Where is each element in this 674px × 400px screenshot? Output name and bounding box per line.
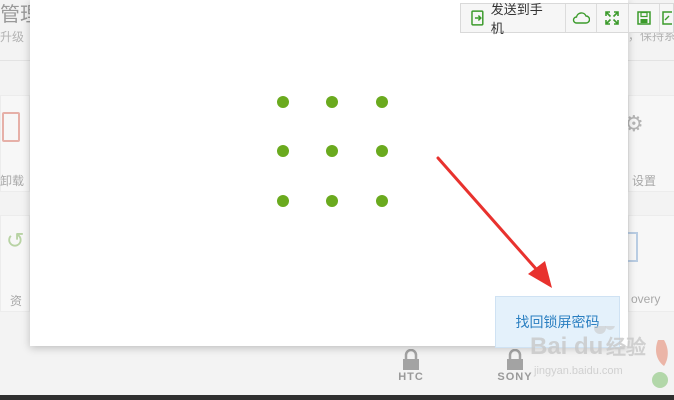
screen-toolbar: 发送到手机 (460, 2, 674, 36)
svg-text:经验: 经验 (606, 335, 646, 359)
save-icon (637, 11, 651, 25)
svg-text:Bai: Bai (530, 333, 567, 360)
export-button[interactable] (659, 4, 673, 32)
send-to-phone-label: 发送到手机 (490, 2, 543, 36)
svg-text:du: du (574, 333, 603, 360)
send-to-phone-icon (471, 10, 484, 26)
send-to-phone-button[interactable]: 发送到手机 (461, 2, 565, 36)
export-icon (661, 11, 672, 25)
fullscreen-icon (605, 11, 620, 25)
save-button[interactable] (627, 4, 660, 32)
cloud-button[interactable] (564, 4, 597, 32)
baidu-watermark: Bai du 经验 jingyan.baidu.com (530, 320, 674, 393)
svg-text:jingyan.baidu.com: jingyan.baidu.com (533, 365, 623, 377)
fullscreen-button[interactable] (596, 4, 628, 32)
baidu-logo-icon: Bai du 经验 jingyan.baidu.com (530, 320, 668, 388)
cloud-icon (572, 12, 590, 24)
